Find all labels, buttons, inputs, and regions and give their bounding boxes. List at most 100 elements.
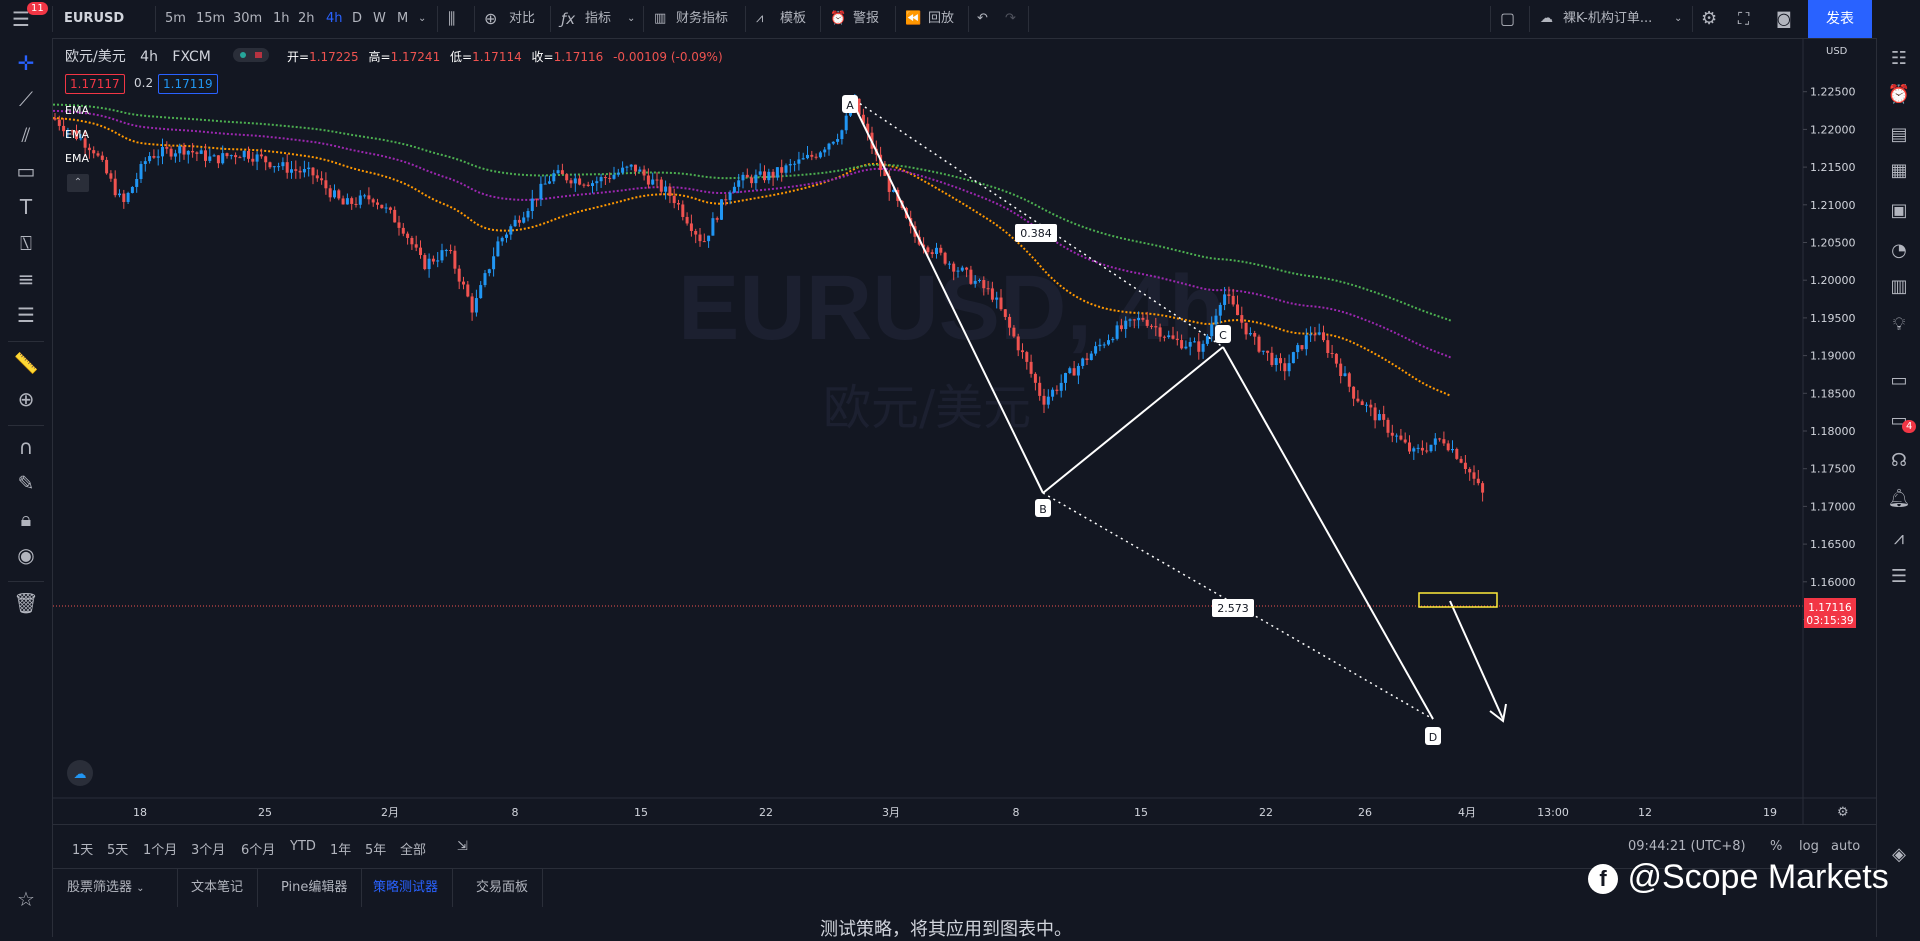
percent-toggle[interactable]: %: [1770, 839, 1782, 854]
news-icon[interactable]: ▦: [1886, 158, 1912, 184]
sell-price-button[interactable]: 1.17117: [65, 74, 125, 94]
crosshair-icon[interactable]: ✛: [13, 50, 39, 76]
chevron-down-icon[interactable]: ⌄: [1674, 0, 1682, 38]
market-status-toggle[interactable]: [233, 48, 269, 62]
interval-1h[interactable]: 1h: [273, 0, 290, 38]
interval-4h[interactable]: 4h: [326, 0, 343, 38]
redo-icon[interactable]: ↷: [1005, 0, 1016, 38]
tab-stock-screener[interactable]: 股票筛选器 ⌄: [53, 869, 178, 907]
calendar-grid-icon[interactable]: ▣: [1886, 198, 1912, 224]
alert-button[interactable]: 警报: [853, 0, 879, 38]
symbol-search-button[interactable]: EURUSD: [64, 0, 124, 38]
add-compare-icon[interactable]: ⊕: [484, 0, 497, 38]
financials-button[interactable]: 财务指标: [676, 0, 728, 38]
calendar-icon[interactable]: ▥: [1886, 274, 1912, 300]
data-window-icon[interactable]: ▤: [1886, 122, 1912, 148]
pattern-tool-icon[interactable]: ⍂: [13, 230, 39, 256]
ema-legend-1[interactable]: EMA: [65, 104, 89, 117]
trash-icon[interactable]: 🗑︎: [13, 590, 39, 616]
trend-line-icon[interactable]: ⟋: [13, 86, 39, 112]
range-6m[interactable]: 6个月: [241, 839, 275, 858]
range-3m[interactable]: 3个月: [191, 839, 225, 858]
interval-2h[interactable]: 2h: [298, 0, 315, 38]
settings-gear-icon[interactable]: ⚙: [1837, 805, 1849, 820]
square-icon[interactable]: ▢: [1500, 0, 1515, 38]
rectangle-icon[interactable]: ▭: [13, 158, 39, 184]
range-5y[interactable]: 5年: [365, 839, 386, 858]
prediction-tool-icon[interactable]: ≡: [13, 266, 39, 292]
tab-strategy-tester[interactable]: 策略测试器: [359, 869, 454, 907]
range-1y[interactable]: 1年: [330, 839, 351, 858]
goto-date-icon[interactable]: ⇲: [457, 839, 468, 854]
clock-display[interactable]: 09:44:21 (UTC+8): [1628, 839, 1746, 854]
bar-chart-icon[interactable]: ▥: [654, 0, 666, 38]
legend-title[interactable]: 欧元/美元 4h FXCM: [65, 46, 211, 66]
icons-tool-icon[interactable]: ☰: [13, 302, 39, 328]
cloud-icon[interactable]: ☁: [1540, 0, 1553, 38]
chevron-down-icon[interactable]: ⌄: [418, 0, 426, 38]
interval-30m[interactable]: 30m: [233, 0, 262, 38]
candles-icon[interactable]: ⫼: [448, 0, 455, 38]
pencil-lock-icon[interactable]: ✎: [13, 470, 39, 496]
tab-trading-panel[interactable]: 交易面板: [462, 869, 544, 907]
range-all[interactable]: 全部: [400, 839, 426, 858]
magnet-icon[interactable]: ∩: [13, 434, 39, 460]
zoom-in-icon[interactable]: ⊕: [13, 386, 39, 412]
log-toggle[interactable]: log: [1799, 839, 1819, 854]
watchlist-icon[interactable]: ☷: [1886, 46, 1912, 72]
publish-button[interactable]: 发表: [1808, 0, 1872, 38]
tab-pine-editor[interactable]: Pine编辑器: [267, 869, 363, 907]
star-icon[interactable]: ☆: [13, 886, 39, 912]
trend-icon[interactable]: ⩘: [1886, 526, 1912, 552]
ruler-icon[interactable]: 📏: [13, 350, 39, 376]
camera-icon[interactable]: ◙: [1776, 0, 1792, 38]
chart-pie-icon[interactable]: ◔: [1886, 238, 1912, 264]
bell-icon[interactable]: 🔔︎: [1886, 486, 1912, 512]
compare-button[interactable]: 对比: [509, 0, 535, 38]
templates-icon[interactable]: ⩘: [756, 0, 763, 38]
replay-button[interactable]: 回放: [928, 0, 954, 38]
alerts-clock-icon[interactable]: ⏰: [1886, 82, 1912, 108]
fib-tool-icon[interactable]: ⫽: [13, 122, 39, 148]
replay-icon[interactable]: ⏪: [905, 0, 921, 38]
interval-5m[interactable]: 5m: [165, 0, 186, 38]
candle-body: [698, 234, 702, 242]
chevron-down-icon[interactable]: ⌄: [627, 0, 635, 38]
function-icon[interactable]: ƒx: [561, 0, 575, 38]
range-ytd[interactable]: YTD: [290, 839, 316, 854]
interval-w[interactable]: W: [373, 0, 386, 38]
candle-body: [560, 170, 564, 175]
gear-icon[interactable]: ⚙: [1701, 0, 1717, 38]
templates-button[interactable]: 模板: [780, 0, 806, 38]
alarm-clock-icon[interactable]: ⏰: [830, 0, 846, 38]
interval-d[interactable]: D: [352, 0, 362, 38]
range-1m[interactable]: 1个月: [143, 839, 177, 858]
time-axis[interactable]: 18 25 2月 8 15 22 3月 8 15 22 26 4月 13:00 12 19: [133, 806, 1777, 819]
chat-icon[interactable]: ▭: [1886, 368, 1912, 394]
buy-price-button[interactable]: 1.17119: [158, 74, 218, 94]
ideas-icon[interactable]: ☊: [1886, 448, 1912, 474]
ema-legend-2[interactable]: EMA: [65, 128, 89, 141]
range-1d[interactable]: 1天: [72, 839, 93, 858]
eye-icon[interactable]: ◉: [13, 542, 39, 568]
bar-countdown: 03:15:39: [1806, 615, 1853, 627]
auto-toggle[interactable]: auto: [1831, 839, 1860, 854]
lock-icon[interactable]: 🔒︎: [13, 506, 39, 532]
text-tool-icon[interactable]: T: [13, 194, 39, 220]
price-axis[interactable]: 1.22500 1.22000 1.21500 1.21000 1.20500 1.200…: [1803, 86, 1856, 627]
ema-legend-3[interactable]: EMA: [65, 152, 89, 165]
price-chart[interactable]: EURUSD, 4h 欧元/美元 A B C D 0.384 2.573 USD…: [53, 39, 1876, 824]
lightbulb-icon[interactable]: 💡︎: [1886, 312, 1912, 338]
candle-body: [1408, 442, 1411, 452]
layout-name-button[interactable]: 裸K-机构订单...: [1563, 0, 1652, 38]
depth-icon[interactable]: ☰: [1886, 564, 1912, 590]
interval-15m[interactable]: 15m: [196, 0, 225, 38]
range-5d[interactable]: 5天: [107, 839, 128, 858]
interval-m[interactable]: M: [397, 0, 408, 38]
indicators-button[interactable]: 指标: [585, 0, 611, 38]
layers-icon[interactable]: ◈: [1886, 842, 1912, 868]
undo-icon[interactable]: ↶: [977, 0, 988, 38]
fullscreen-icon[interactable]: ⛶: [1738, 0, 1749, 38]
tab-text-notes[interactable]: 文本笔记: [177, 869, 259, 907]
collapse-legend-icon[interactable]: ⌃: [67, 174, 89, 192]
